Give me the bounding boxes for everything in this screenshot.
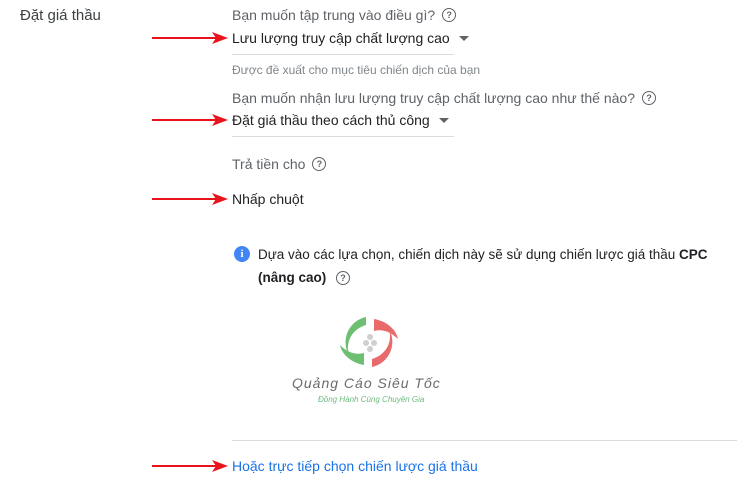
- info-message-bold-2: (nâng cao): [258, 270, 327, 285]
- section-label-bidding: Đặt giá thầu: [20, 7, 101, 24]
- info-icon: i: [234, 246, 250, 262]
- focus-hint: Được đề xuất cho mục tiêu chiến dịch của…: [232, 63, 481, 77]
- help-icon[interactable]: ?: [312, 157, 327, 171]
- choose-bid-strategy-link[interactable]: Hoặc trực tiếp chọn chiến lược giá thầu: [232, 458, 478, 474]
- focus-question: Bạn muốn tập trung vào điều gì? ?: [232, 7, 457, 23]
- help-icon[interactable]: ?: [336, 271, 351, 286]
- payment-question-text: Trả tiền cho: [232, 156, 306, 172]
- focus-question-text: Bạn muốn tập trung vào điều gì?: [232, 7, 436, 23]
- method-question: Bạn muốn nhận lưu lượng truy cập chất lư…: [232, 90, 656, 106]
- payment-value: Nhấp chuột: [232, 191, 304, 207]
- watermark-title: Quảng Cáo Siêu Tốc: [292, 375, 441, 391]
- method-dropdown[interactable]: Đặt giá thầu theo cách thủ công: [232, 112, 449, 128]
- help-icon[interactable]: ?: [442, 8, 457, 22]
- caret-down-icon: [458, 35, 469, 41]
- info-message-text: Dựa vào các lựa chọn, chiến dịch này sẽ …: [258, 247, 679, 262]
- method-dropdown-value: Đặt giá thầu theo cách thủ công: [232, 112, 430, 128]
- method-dropdown-underline: [232, 136, 454, 137]
- red-arrow-icon: [152, 193, 228, 205]
- focus-dropdown[interactable]: Lưu lượng truy cập chất lượng cao: [232, 30, 469, 46]
- watermark-subtitle: Đồng Hành Cùng Chuyên Gia: [318, 395, 425, 404]
- focus-dropdown-underline: [232, 54, 454, 55]
- red-arrow-icon: [152, 114, 228, 126]
- info-message-bold: CPC: [679, 247, 708, 262]
- red-arrow-icon: [152, 460, 228, 472]
- payment-question: Trả tiền cho ?: [232, 156, 327, 172]
- divider: [232, 440, 737, 441]
- method-question-text: Bạn muốn nhận lưu lượng truy cập chất lư…: [232, 90, 635, 106]
- focus-dropdown-value: Lưu lượng truy cập chất lượng cao: [232, 30, 450, 46]
- info-message: Dựa vào các lựa chọn, chiến dịch này sẽ …: [258, 243, 737, 289]
- help-icon[interactable]: ?: [642, 91, 656, 105]
- watermark-logo-icon: [340, 317, 398, 367]
- caret-down-icon: [438, 117, 449, 123]
- red-arrow-icon: [152, 32, 228, 44]
